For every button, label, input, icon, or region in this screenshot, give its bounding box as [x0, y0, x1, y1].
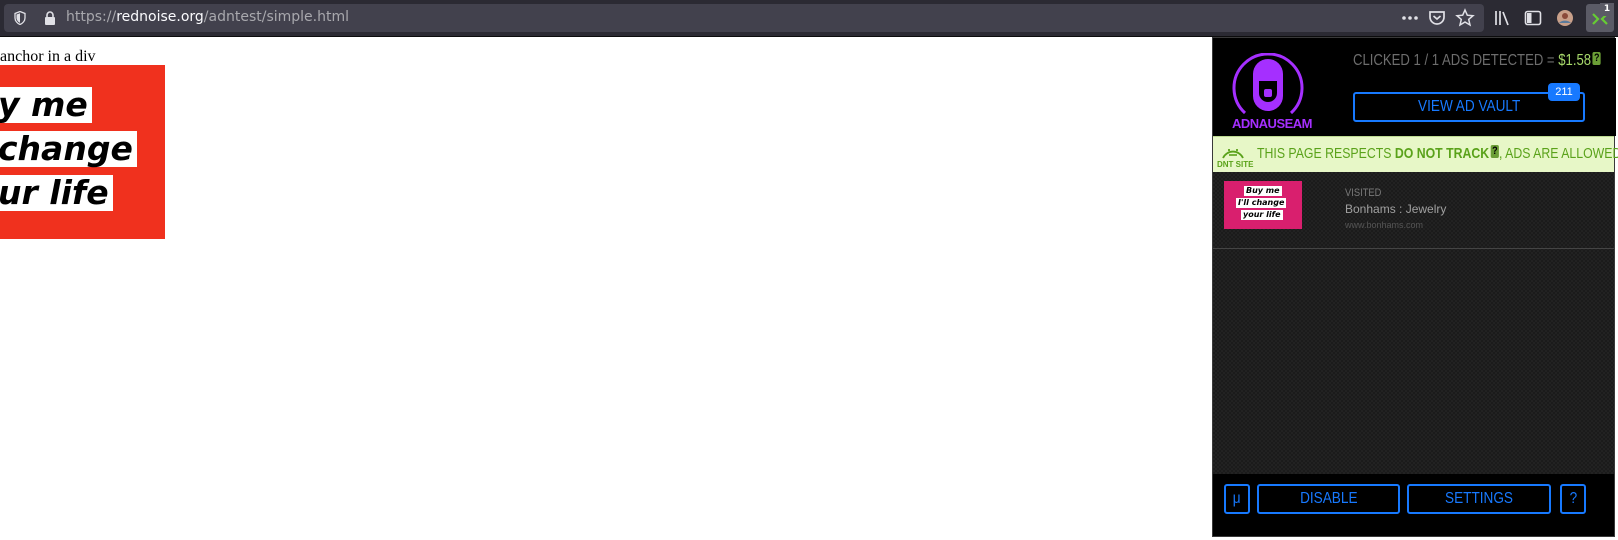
pocket-icon[interactable]: [1427, 8, 1447, 28]
ad-list-item[interactable]: Buy me I'll change your life VISITED Bon…: [1213, 172, 1614, 249]
shield-icon[interactable]: [14, 11, 26, 25]
ad-domain: www.bonhams.com: [1345, 220, 1424, 230]
ad-banner[interactable]: y me change ur life: [0, 65, 165, 239]
cost-help-icon[interactable]: ?: [1592, 52, 1601, 65]
browser-toolbar: https://rednoise.org/adntest/simple.html…: [0, 0, 1618, 37]
dnt-text-bold: DO NOT TRACK: [1394, 145, 1490, 162]
adnauseam-popup: ADNAUSEAM CLICKED 1 / 1 ADS DETECTED = $…: [1212, 37, 1618, 537]
bookmark-star-icon[interactable]: [1455, 8, 1475, 28]
dnt-text-after: , ADS ARE ALLOWED.: [1498, 145, 1618, 162]
vault-label: VIEW AD VAULT: [1417, 98, 1521, 115]
url-host: rednoise.org: [116, 9, 204, 25]
lock-icon[interactable]: [43, 11, 57, 25]
ad-cost-value: $1.58: [1558, 52, 1592, 69]
dnt-site-label: DNT SITE: [1217, 160, 1254, 169]
ad-status: VISITED: [1345, 187, 1382, 199]
url-path: /adntest/simple.html: [203, 9, 350, 25]
dnt-message: THIS PAGE RESPECTS DO NOT TRACK?, ADS AR…: [1257, 145, 1618, 162]
popup-footer: μ DISABLE SETTINGS ?: [1213, 474, 1614, 536]
ad-title[interactable]: Bonhams : Jewelry: [1345, 202, 1446, 216]
vault-count-badge: 211: [1548, 83, 1580, 101]
thumb-line-1: Buy me: [1244, 186, 1282, 196]
disable-label: DISABLE: [1299, 490, 1358, 507]
ad-banner-line-1: y me: [0, 87, 92, 123]
url-scheme: https://: [66, 9, 117, 25]
help-label: ?: [1569, 490, 1577, 507]
more-icon[interactable]: [1400, 8, 1420, 28]
help-button[interactable]: ?: [1560, 484, 1586, 514]
dnt-notice: DNT SITE THIS PAGE RESPECTS DO NOT TRACK…: [1213, 136, 1618, 172]
clicked-summary: CLICKED 1 / 1 ADS DETECTED = $1.58?: [1353, 52, 1601, 70]
mu-label: μ: [1233, 490, 1241, 507]
disable-button[interactable]: DISABLE: [1257, 484, 1400, 514]
ublock-button[interactable]: μ: [1224, 484, 1250, 514]
logo-text: ADNAUSEAM: [1232, 116, 1313, 131]
ad-banner-line-2: change: [0, 131, 137, 167]
library-icon[interactable]: [1492, 8, 1512, 28]
clicked-text: CLICKED 1 / 1 ADS DETECTED =: [1353, 52, 1559, 69]
thumb-line-2: I'll change: [1236, 198, 1287, 208]
account-icon[interactable]: [1555, 8, 1575, 28]
url-text[interactable]: https://rednoise.org/adntest/simple.html: [66, 9, 349, 25]
ad-list: Buy me I'll change your life VISITED Bon…: [1213, 172, 1614, 474]
popup-header: ADNAUSEAM CLICKED 1 / 1 ADS DETECTED = $…: [1213, 38, 1616, 136]
ad-thumbnail[interactable]: Buy me I'll change your life: [1224, 181, 1302, 229]
url-bar[interactable]: https://rednoise.org/adntest/simple.html: [4, 4, 1484, 32]
page-anchor-text: anchor in a div: [0, 48, 96, 65]
smiley-face-icon: [1222, 149, 1244, 159]
extension-badge: 1: [1600, 3, 1614, 16]
settings-button[interactable]: SETTINGS: [1407, 484, 1551, 514]
dnt-text-before: THIS PAGE RESPECTS: [1257, 145, 1395, 162]
thumb-line-3: your life: [1241, 210, 1283, 220]
ad-banner-line-3: ur life: [0, 175, 113, 211]
dnt-help-icon[interactable]: ?: [1490, 145, 1499, 158]
settings-label: SETTINGS: [1444, 490, 1513, 507]
sidebar-icon[interactable]: [1523, 8, 1543, 28]
